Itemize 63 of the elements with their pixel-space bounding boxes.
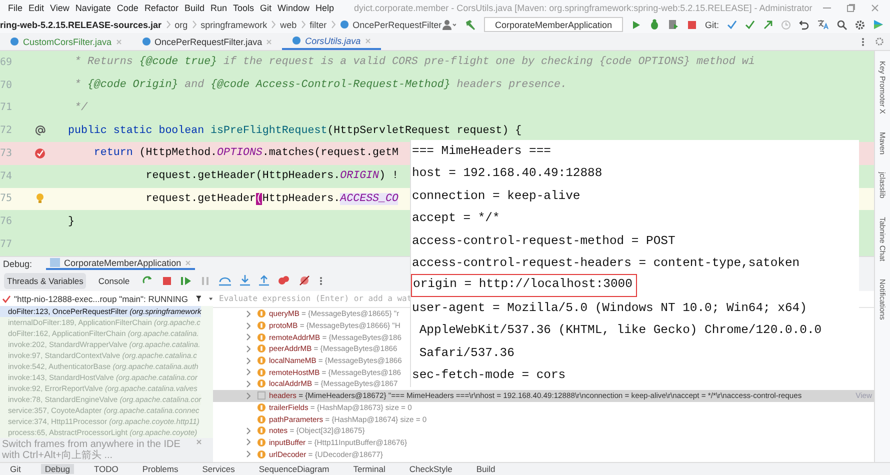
code-line: * {@code Origin} and {@code Access-Control-Request-Method} headers presence. xyxy=(73,79,567,92)
code-line: public static boolean isPreFlightRequest(HttpServletRequest request) { xyxy=(68,124,522,137)
breadcrumb-item[interactable]: filter xyxy=(310,20,327,30)
menu-item[interactable]: Code xyxy=(116,3,138,13)
header-line: sec-fetch-mode = cors xyxy=(411,366,566,384)
line-number: 74 xyxy=(0,170,12,182)
tool-window-button[interactable]: Services xyxy=(198,464,239,474)
header-line: host = 192.168.40.49:12888 xyxy=(411,165,602,182)
line-number: 71 xyxy=(0,102,12,114)
menu-item[interactable]: Edit xyxy=(28,3,44,13)
line-number: 77 xyxy=(0,239,12,250)
line-number: 73 xyxy=(0,148,12,159)
debug-tab[interactable]: Threads & Variables xyxy=(4,272,86,288)
header-line: access-control-request-headers = content-type,satoken xyxy=(411,254,800,272)
tool-window-button[interactable]: CheckStyle xyxy=(405,464,456,474)
git-label: Git: xyxy=(704,20,719,30)
run-configuration-dropdown[interactable]: CorporateMemberApplication xyxy=(484,17,623,32)
menu-item[interactable]: Help xyxy=(316,3,334,13)
tool-window-button[interactable]: Terminal xyxy=(349,464,390,474)
menu-item[interactable]: Git xyxy=(260,3,272,13)
debug-tab[interactable]: Console xyxy=(95,272,133,288)
breadcrumb-item[interactable]: web xyxy=(280,20,297,30)
line-number: 76 xyxy=(0,216,12,228)
header-line: AppleWebKit/537.36 (KHTML, like Gecko) Chrome/120.0.0.0 xyxy=(418,322,822,340)
breadcrumb-item[interactable]: org xyxy=(174,20,188,30)
menu-item[interactable]: View xyxy=(50,3,70,13)
code-line: request.getHeader(HttpHeaders.ACCESS_CO xyxy=(144,192,398,205)
header-line: connection = keep-alive xyxy=(411,188,580,205)
line-number: 72 xyxy=(0,125,12,136)
menu-item[interactable]: Navigate xyxy=(75,3,111,13)
code-line: */ xyxy=(73,102,88,114)
hint-text: Switch frames from anywhere in the IDE with Ctrl+Alt+向上箭头 ... xyxy=(2,439,182,461)
header-line: Safari/537.36 xyxy=(418,344,514,362)
breadcrumb-item[interactable]: OncePerRequestFilter xyxy=(352,20,442,30)
menu-item[interactable]: Tools xyxy=(232,3,254,13)
file-tab[interactable]: CustomCorsFilter.java xyxy=(0,33,132,50)
line-number: 69 xyxy=(0,56,12,68)
tool-window-button[interactable]: SequenceDiagram xyxy=(254,464,334,474)
header-line: user-agent = Mozilla/5.0 (Windows NT 10.0; Win64; x64) xyxy=(411,300,807,317)
code-line: request.getHeader(HttpHeaders.ORIGIN) ! xyxy=(144,170,398,182)
window-title: dyict.corporate.member - CorsUtils.java [Maven: org.springframework:spring-web:5.2.15.RELEASE] - Administrator xyxy=(354,3,812,13)
menu-item[interactable]: File xyxy=(8,3,23,13)
tool-window-button[interactable]: Debug xyxy=(40,464,74,474)
code-line: * Returns {@code true} if the request is a valid CORS pre-flight one by checking {code OPTIONS} method wi xyxy=(73,56,755,68)
code-line: } xyxy=(68,216,74,228)
menu-item[interactable]: Run xyxy=(210,3,227,13)
line-number: 75 xyxy=(0,193,12,204)
breadcrumb-item[interactable]: ring-web-5.2.15.RELEASE-sources.jar xyxy=(0,20,162,30)
menu-item[interactable]: Refactor xyxy=(144,3,178,13)
tool-window-button[interactable]: Build xyxy=(472,464,500,474)
menu-item[interactable]: Window xyxy=(278,3,310,13)
file-tab[interactable]: OncePerRequestFilter.java xyxy=(132,33,282,50)
breadcrumb-item[interactable]: springframework xyxy=(200,20,268,30)
tool-window-button[interactable]: TODO xyxy=(90,464,122,474)
header-line: access-control-request-method = POST xyxy=(411,232,676,250)
debug-label: Debug: xyxy=(3,258,32,268)
tool-window-button[interactable]: Git xyxy=(6,464,25,474)
line-number: 70 xyxy=(0,80,12,91)
menu-item[interactable]: Build xyxy=(184,3,204,13)
code-line: return (HttpMethod.OPTIONS.matches(request.getM xyxy=(92,147,398,160)
header-line: accept = */* xyxy=(411,210,500,228)
tool-window-button[interactable]: Problems xyxy=(138,464,182,474)
header-line: === MimeHeaders === xyxy=(411,143,551,160)
